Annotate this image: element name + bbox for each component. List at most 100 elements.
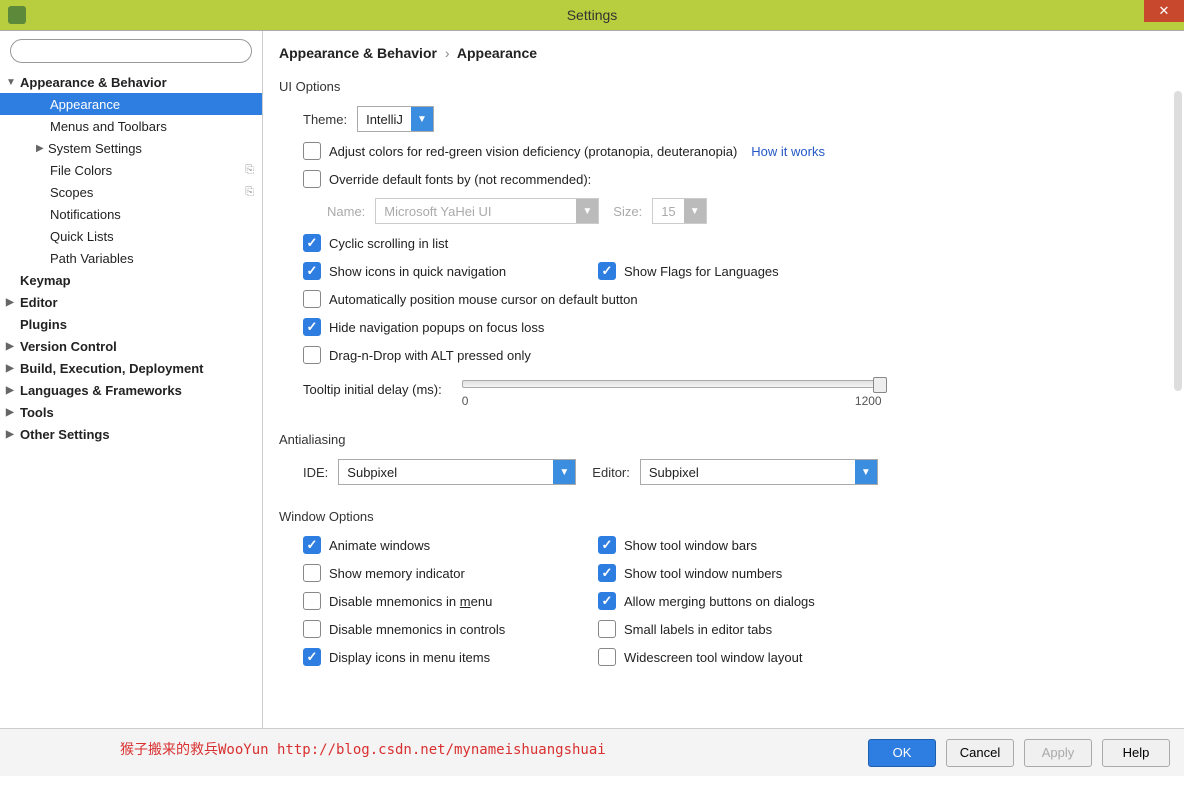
tree-item-system-settings[interactable]: ▶System Settings: [0, 137, 262, 159]
display-icons-checkbox[interactable]: [303, 648, 321, 666]
drag-drop-label: Drag-n-Drop with ALT pressed only: [329, 348, 531, 363]
ui-options-heading: UI Options: [279, 79, 1164, 94]
titlebar: Settings ✕: [0, 0, 1184, 30]
tree-arrow-icon: ▶: [36, 143, 48, 154]
watermark-text: 猴子搬来的救兵WooYun http://blog.csdn.net/mynam…: [120, 739, 606, 759]
show-flags-checkbox[interactable]: [598, 262, 616, 280]
theme-select[interactable]: IntelliJ ▼: [357, 106, 434, 132]
tree-item-label: Version Control: [20, 339, 117, 354]
show-numbers-checkbox[interactable]: [598, 564, 616, 582]
disable-mnem-menu-checkbox[interactable]: [303, 592, 321, 610]
chevron-down-icon: ▼: [684, 199, 706, 223]
tree-item-label: System Settings: [48, 141, 142, 156]
auto-cursor-label: Automatically position mouse cursor on d…: [329, 292, 638, 307]
tree-item-label: File Colors: [50, 163, 112, 178]
chevron-down-icon: ▼: [576, 199, 598, 223]
tree-item-label: Menus and Toolbars: [50, 119, 167, 134]
tree-item-scopes[interactable]: Scopes⎘: [0, 181, 262, 203]
sidebar: 🔍 ▼Appearance & BehaviorAppearanceMenus …: [0, 31, 263, 728]
small-labels-label: Small labels in editor tabs: [624, 622, 772, 637]
how-it-works-link[interactable]: How it works: [751, 144, 825, 159]
chevron-down-icon: ▼: [855, 460, 877, 484]
override-fonts-checkbox[interactable]: [303, 170, 321, 188]
tree-item-label: Editor: [20, 295, 58, 310]
scrollbar[interactable]: [1174, 91, 1182, 391]
widescreen-checkbox[interactable]: [598, 648, 616, 666]
tree-item-label: Other Settings: [20, 427, 110, 442]
tree-arrow-icon: ▶: [6, 385, 20, 396]
disable-mnem-menu-label: Disable mnemonics in menu: [329, 594, 492, 609]
tree-item-label: Languages & Frameworks: [20, 383, 182, 398]
tree-item-plugins[interactable]: Plugins: [0, 313, 262, 335]
cyclic-checkbox[interactable]: [303, 234, 321, 252]
hide-nav-checkbox[interactable]: [303, 318, 321, 336]
tree-item-appearance[interactable]: Appearance: [0, 93, 262, 115]
tooltip-delay-slider[interactable]: [462, 380, 882, 388]
chevron-down-icon: ▼: [553, 460, 575, 484]
tree-item-quick-lists[interactable]: Quick Lists: [0, 225, 262, 247]
apply-button[interactable]: Apply: [1024, 739, 1092, 767]
tree-item-label: Build, Execution, Deployment: [20, 361, 203, 376]
drag-drop-checkbox[interactable]: [303, 346, 321, 364]
allow-merging-checkbox[interactable]: [598, 592, 616, 610]
tree-item-notifications[interactable]: Notifications: [0, 203, 262, 225]
tree-item-languages-frameworks[interactable]: ▶Languages & Frameworks: [0, 379, 262, 401]
breadcrumb-parent: Appearance & Behavior: [279, 45, 437, 61]
font-name-label: Name:: [327, 204, 365, 219]
show-icons-nav-checkbox[interactable]: [303, 262, 321, 280]
show-toolbars-checkbox[interactable]: [598, 536, 616, 554]
tree-item-editor[interactable]: ▶Editor: [0, 291, 262, 313]
tree-item-build-execution-deployment[interactable]: ▶Build, Execution, Deployment: [0, 357, 262, 379]
show-toolbars-label: Show tool window bars: [624, 538, 757, 553]
tree-item-label: Tools: [20, 405, 54, 420]
copy-icon: ⎘: [245, 186, 254, 199]
allow-merging-label: Allow merging buttons on dialogs: [624, 594, 815, 609]
breadcrumb-current: Appearance: [457, 45, 537, 61]
tree-item-menus-and-toolbars[interactable]: Menus and Toolbars: [0, 115, 262, 137]
adjust-colors-checkbox[interactable]: [303, 142, 321, 160]
slider-thumb[interactable]: [873, 377, 887, 393]
aa-ide-select[interactable]: Subpixel▼: [338, 459, 576, 485]
window-options-heading: Window Options: [279, 509, 1164, 524]
tree-arrow-icon: ▶: [6, 341, 20, 352]
animate-checkbox[interactable]: [303, 536, 321, 554]
animate-label: Animate windows: [329, 538, 430, 553]
tree-arrow-icon: ▼: [6, 77, 20, 88]
settings-tree: ▼Appearance & BehaviorAppearanceMenus an…: [0, 71, 262, 728]
close-button[interactable]: ✕: [1144, 0, 1184, 22]
auto-cursor-checkbox[interactable]: [303, 290, 321, 308]
font-size-label: Size:: [613, 204, 642, 219]
app-icon: [8, 6, 26, 24]
help-button[interactable]: Help: [1102, 739, 1170, 767]
ok-button[interactable]: OK: [868, 739, 936, 767]
tree-item-other-settings[interactable]: ▶Other Settings: [0, 423, 262, 445]
tree-arrow-icon: ▶: [6, 407, 20, 418]
tree-item-label: Notifications: [50, 207, 121, 222]
tooltip-delay-label: Tooltip initial delay (ms):: [303, 382, 442, 397]
tree-item-version-control[interactable]: ▶Version Control: [0, 335, 262, 357]
tree-item-label: Appearance & Behavior: [20, 75, 167, 90]
tree-item-file-colors[interactable]: File Colors⎘: [0, 159, 262, 181]
small-labels-checkbox[interactable]: [598, 620, 616, 638]
tree-item-keymap[interactable]: Keymap: [0, 269, 262, 291]
window-title: Settings: [567, 7, 618, 23]
aa-editor-label: Editor:: [592, 465, 630, 480]
tree-item-path-variables[interactable]: Path Variables: [0, 247, 262, 269]
show-memory-label: Show memory indicator: [329, 566, 465, 581]
search-input[interactable]: [10, 39, 252, 63]
chevron-down-icon: ▼: [411, 107, 433, 131]
cancel-button[interactable]: Cancel: [946, 739, 1014, 767]
tree-item-appearance-behavior[interactable]: ▼Appearance & Behavior: [0, 71, 262, 93]
disable-mnem-ctrl-checkbox[interactable]: [303, 620, 321, 638]
display-icons-label: Display icons in menu items: [329, 650, 490, 665]
show-numbers-label: Show tool window numbers: [624, 566, 782, 581]
breadcrumb: Appearance & Behavior › Appearance: [279, 45, 1164, 61]
aa-editor-select[interactable]: Subpixel▼: [640, 459, 878, 485]
cyclic-label: Cyclic scrolling in list: [329, 236, 448, 251]
tree-item-tools[interactable]: ▶Tools: [0, 401, 262, 423]
show-memory-checkbox[interactable]: [303, 564, 321, 582]
widescreen-label: Widescreen tool window layout: [624, 650, 802, 665]
override-fonts-label: Override default fonts by (not recommend…: [329, 172, 591, 187]
slider-min: 0: [462, 394, 469, 408]
font-size-select: 15 ▼: [652, 198, 706, 224]
